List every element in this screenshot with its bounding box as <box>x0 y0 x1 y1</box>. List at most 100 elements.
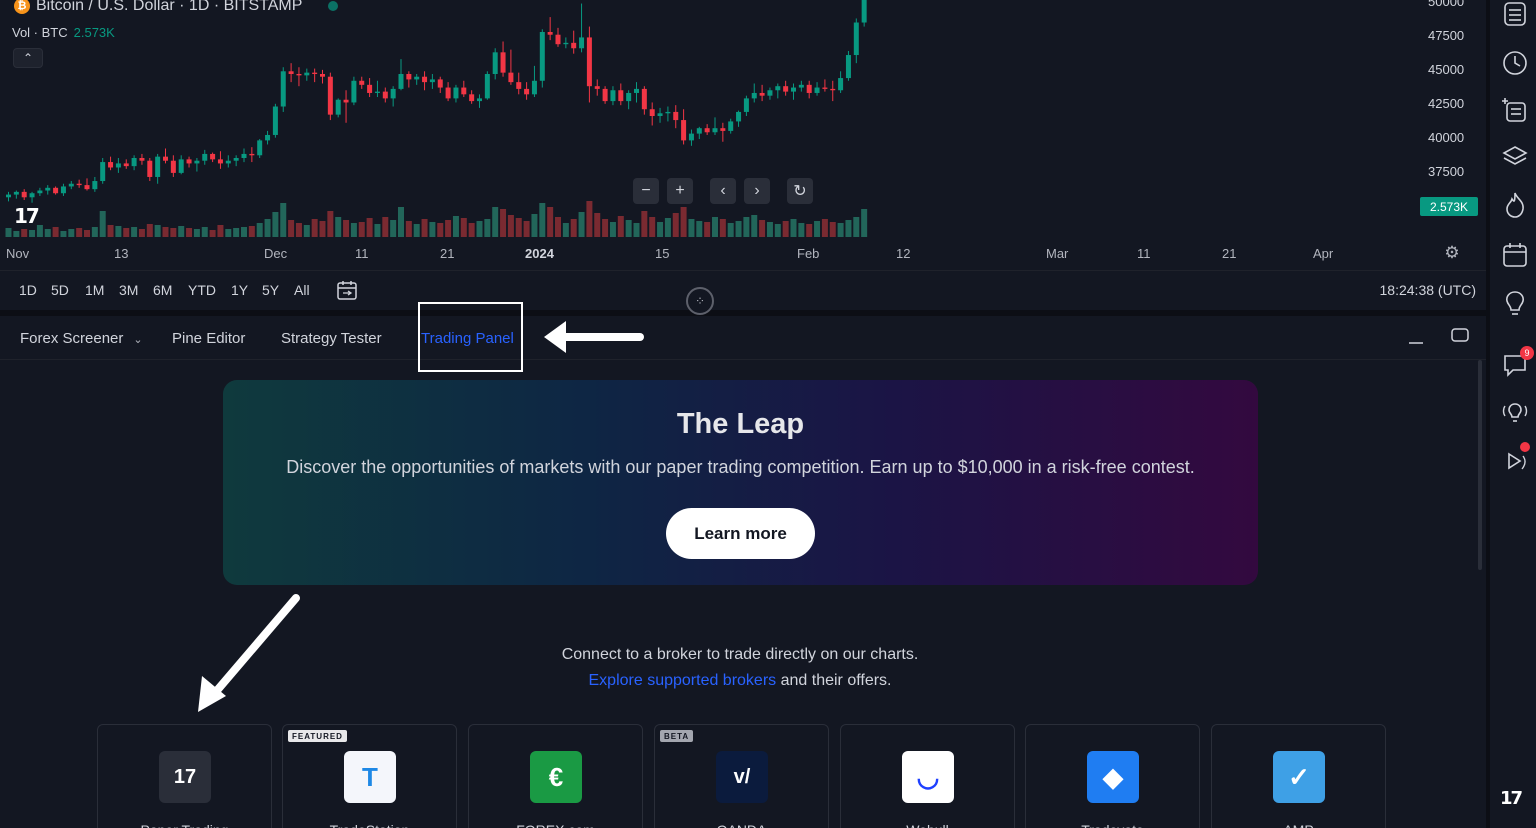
market-status-icon <box>328 1 339 11</box>
price-chart[interactable] <box>0 0 1486 270</box>
candle-body <box>618 90 624 102</box>
panel-resize-handle[interactable]: ⁘ <box>686 287 714 315</box>
scroll-right-button[interactable]: › <box>744 178 770 204</box>
volume-bar <box>790 219 797 237</box>
volume-bar <box>170 228 177 237</box>
plus-icon: + <box>675 182 685 199</box>
broker-card[interactable]: € FOREX.com <box>468 724 643 828</box>
chart-settings-gear-icon[interactable]: ⚙ <box>1442 243 1462 263</box>
volume-bar <box>641 211 648 237</box>
candle-body <box>217 159 223 164</box>
candle-body <box>853 22 859 56</box>
range-5d[interactable]: 5D <box>51 282 69 298</box>
time-axis-label: 13 <box>114 246 129 261</box>
volume-bar <box>743 217 750 237</box>
tradingview-logo-icon: 17 <box>1500 788 1523 809</box>
range-3m[interactable]: 3M <box>119 282 138 298</box>
candle-body <box>84 185 90 190</box>
volume-bar <box>358 222 365 237</box>
volume-bar <box>248 226 255 237</box>
streams-icon[interactable] <box>1500 398 1530 428</box>
volume-bar <box>272 212 279 237</box>
reset-chart-button[interactable]: ↻ <box>787 178 813 204</box>
candle-body <box>539 32 545 81</box>
volume-bar <box>712 217 718 237</box>
broker-card[interactable]: ◆ Tradovate <box>1025 724 1200 828</box>
range-1d[interactable]: 1D <box>19 282 37 298</box>
candle-body <box>225 160 231 164</box>
candle-body <box>681 120 687 141</box>
volume-bar <box>201 227 208 237</box>
volume-bar <box>107 225 114 237</box>
tab-pine-editor[interactable]: Pine Editor <box>172 330 245 347</box>
add-list-icon[interactable] <box>1500 96 1530 126</box>
promo-banner: The Leap Discover the opportunities of m… <box>223 380 1258 585</box>
hotlist-flame-icon[interactable] <box>1500 190 1530 220</box>
utc-clock[interactable]: 18:24:38 (UTC) <box>1380 282 1476 298</box>
learn-more-button[interactable]: Learn more <box>666 508 815 559</box>
broker-card[interactable]: FEATURED T TradeStation <box>282 724 457 828</box>
panel-scrollbar[interactable] <box>1478 360 1482 570</box>
volume-bar <box>421 219 428 237</box>
volume-bar <box>437 223 444 237</box>
minus-icon: − <box>641 182 651 199</box>
broker-card[interactable]: BETA v/OANDA <box>654 724 829 828</box>
volume-bar <box>5 228 12 237</box>
candle-body <box>500 52 506 73</box>
range-1y[interactable]: 1Y <box>231 282 248 298</box>
range-ytd[interactable]: YTD <box>188 282 216 298</box>
range-5y[interactable]: 5Y <box>262 282 279 298</box>
volume-bar <box>99 211 106 237</box>
collapse-legend-button[interactable]: ⌃ <box>13 48 43 68</box>
range-6m[interactable]: 6M <box>153 282 172 298</box>
layers-icon[interactable] <box>1500 142 1530 172</box>
volume-label: Vol · BTC <box>12 25 68 40</box>
maximize-panel-icon[interactable] <box>1450 326 1470 344</box>
volume-bar <box>476 221 483 237</box>
broker-logo-icon: ◆ <box>1087 751 1139 803</box>
candle-body <box>241 153 247 158</box>
range-1m[interactable]: 1M <box>85 282 104 298</box>
symbol-title[interactable]: ₿ Bitcoin / U.S. Dollar · 1D · BITSTAMP <box>14 0 339 15</box>
candle-body <box>382 91 388 99</box>
promo-title: The Leap <box>676 408 805 440</box>
volume-legend: Vol · BTC 2.573K <box>12 25 115 40</box>
zoom-in-button[interactable]: + <box>667 178 693 204</box>
go-to-date-calendar-icon[interactable] <box>335 278 359 302</box>
tab-forex-screener[interactable]: Forex Screener ⌄ <box>20 330 143 347</box>
minimize-panel-icon[interactable] <box>1408 330 1424 346</box>
calendar-icon[interactable] <box>1500 240 1530 270</box>
ideas-bulb-icon[interactable] <box>1500 288 1530 318</box>
chart-pane[interactable]: ₿ Bitcoin / U.S. Dollar · 1D · BITSTAMP … <box>0 0 1486 270</box>
candle-body <box>783 86 789 92</box>
volume-bar <box>672 213 679 237</box>
candle-body <box>296 74 302 76</box>
date-range-bar: 1D 5D 1M 3M 6M YTD 1Y 5Y All 18:24:38 (U… <box>0 270 1486 310</box>
volume-bar <box>578 212 585 237</box>
tab-strategy-tester[interactable]: Strategy Tester <box>281 330 382 347</box>
candle-body <box>398 74 404 89</box>
scroll-left-button[interactable]: ‹ <box>710 178 736 204</box>
zoom-out-button[interactable]: − <box>633 178 659 204</box>
range-all[interactable]: All <box>294 282 310 298</box>
volume-bar <box>60 231 67 237</box>
broker-card[interactable]: 17 Paper Trading <box>97 724 272 828</box>
volume-bar <box>138 229 145 237</box>
candle-body <box>367 84 373 93</box>
explore-brokers-link[interactable]: Explore supported brokers <box>589 672 777 689</box>
bottom-panel: Forex Screener ⌄ Pine Editor Strategy Tes… <box>0 302 1486 828</box>
candle-body <box>563 42 569 45</box>
broker-card[interactable]: ✓ AMP <box>1211 724 1386 828</box>
volume-bar <box>146 224 153 237</box>
candle-body <box>343 99 349 103</box>
broker-logo-icon: ✓ <box>1273 751 1325 803</box>
alerts-clock-icon[interactable] <box>1500 48 1530 78</box>
candle-body <box>822 87 828 89</box>
volume-bar <box>327 211 334 237</box>
broker-name: Tradovate <box>1026 822 1199 828</box>
volume-bar <box>186 228 193 237</box>
candle-body <box>29 193 35 198</box>
candle-body <box>728 121 734 131</box>
watchlist-icon[interactable] <box>1500 0 1530 30</box>
broker-card[interactable]: ◡ Webull <box>840 724 1015 828</box>
